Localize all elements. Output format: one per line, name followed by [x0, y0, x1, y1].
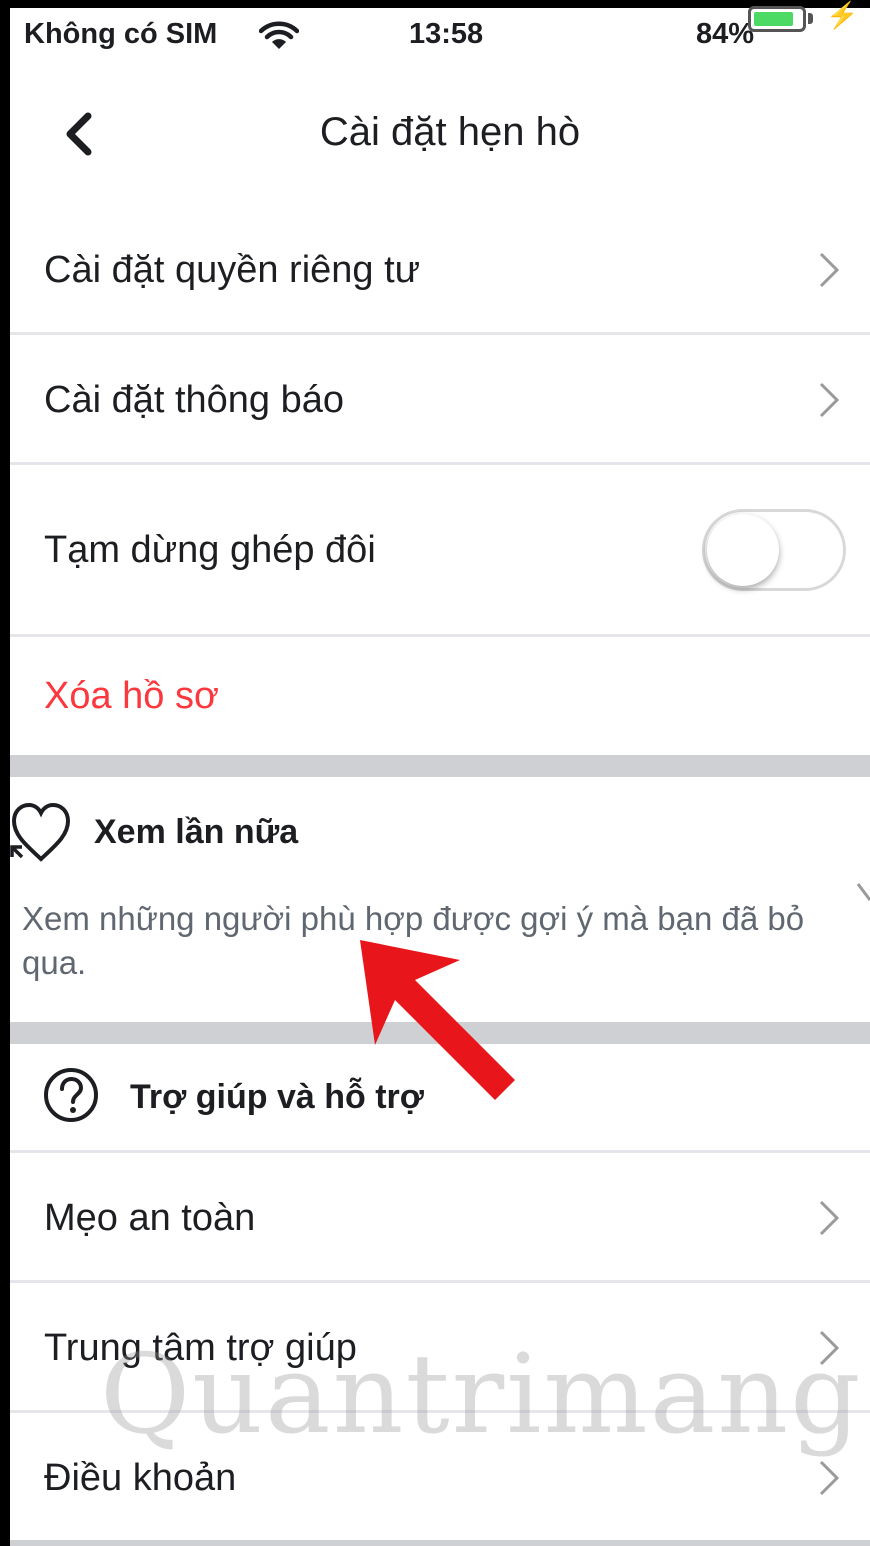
- carrier-label: Không có SIM: [24, 18, 218, 50]
- charging-icon: ⚡: [826, 0, 859, 30]
- delete-profile-row[interactable]: Xóa hồ sơ: [10, 637, 870, 755]
- chevron-right-icon: [819, 252, 840, 288]
- privacy-settings-row[interactable]: Cài đặt quyền riêng tư: [10, 205, 870, 333]
- notification-settings-row[interactable]: Cài đặt thông báo: [10, 335, 870, 463]
- notification-settings-label: Cài đặt thông báo: [44, 379, 345, 421]
- pause-matching-label: Tạm dừng ghép đôi: [44, 529, 376, 571]
- annotation-arrow-icon: [360, 940, 515, 1100]
- page-title: Cài đặt hẹn hò: [319, 110, 581, 154]
- navigation-bar: Cài đặt hẹn hò: [10, 70, 870, 202]
- status-bar: Không có SIM 13:58 84%: [24, 18, 870, 58]
- section-separator: [10, 755, 870, 777]
- battery-percent: 84%: [696, 18, 755, 50]
- chevron-right-icon: [819, 382, 840, 418]
- chevron-right-icon: [819, 1200, 840, 1236]
- question-circle-icon: [44, 1068, 98, 1122]
- privacy-settings-label: Cài đặt quyền riêng tư: [44, 249, 421, 291]
- clock: 13:58: [409, 18, 484, 50]
- divider: [10, 1540, 870, 1546]
- wifi-icon: [258, 20, 300, 60]
- safety-tips-label: Mẹo an toàn: [44, 1197, 256, 1239]
- delete-profile-label: Xóa hồ sơ: [44, 675, 219, 717]
- safety-tips-row[interactable]: Mẹo an toàn: [10, 1153, 870, 1281]
- heart-return-icon: [10, 802, 71, 862]
- watermark-logo: Quantrimang: [100, 1330, 863, 1458]
- battery-tip: [808, 13, 813, 24]
- pause-matching-toggle[interactable]: [702, 509, 846, 591]
- second-look-title: Xem lần nữa: [94, 813, 299, 851]
- terms-label: Điều khoản: [44, 1457, 237, 1499]
- chevron-right-icon: [856, 883, 870, 901]
- toggle-knob: [707, 514, 779, 586]
- chevron-right-icon: [819, 1460, 840, 1496]
- battery-icon: [748, 6, 806, 32]
